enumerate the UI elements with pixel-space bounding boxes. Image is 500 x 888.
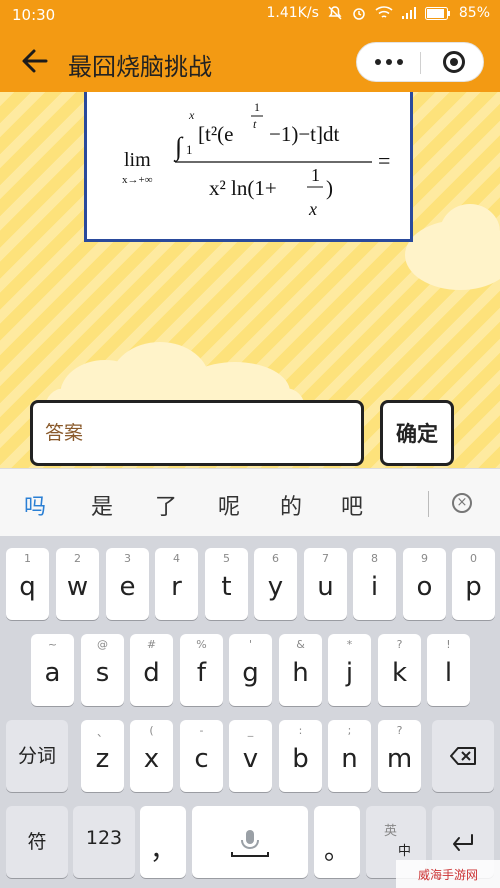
- candidate-divider: [428, 491, 429, 517]
- key-h[interactable]: & h: [279, 634, 322, 706]
- battery-level: 85%: [458, 5, 490, 21]
- battery-icon: [424, 6, 450, 20]
- space-key[interactable]: [192, 806, 308, 878]
- key-x[interactable]: (x: [130, 720, 173, 792]
- key-c[interactable]: -c: [180, 720, 223, 792]
- network-speed: 1.41K/s: [266, 5, 319, 21]
- candidate-word[interactable]: 吗: [24, 489, 46, 521]
- key-v[interactable]: _ v: [229, 720, 272, 792]
- backspace-key[interactable]: [432, 720, 494, 792]
- more-icon[interactable]: [375, 59, 403, 65]
- close-candidates-icon[interactable]: ×: [452, 493, 472, 513]
- key-b[interactable]: :b: [279, 720, 322, 792]
- key-s[interactable]: @ s: [81, 634, 124, 706]
- comma-key[interactable]: ，: [140, 806, 186, 878]
- alarm-icon: [353, 8, 365, 20]
- formula-lim: lim: [124, 149, 151, 171]
- microphone-icon: [231, 830, 269, 857]
- formula-frac-num: 1: [311, 165, 320, 185]
- key-z[interactable]: 、 z: [81, 720, 124, 792]
- key-n[interactable]: ; n: [328, 720, 371, 792]
- key-g[interactable]: ' g: [229, 634, 272, 706]
- nav-bar: 最囧烧脑挑战: [0, 32, 500, 92]
- formula-integrand-tail: −1)−t]dt: [269, 122, 340, 146]
- formula-upper-limit: x: [188, 108, 195, 122]
- answer-field[interactable]: [30, 400, 364, 466]
- status-icons: 1.41K/s 85%: [267, 5, 491, 21]
- miniprogram-capsule: [356, 42, 484, 82]
- limit-formula: lim x→+∞ ∫ x 1 [t²(e 1 t −1)−t]dt x² ln(…: [122, 100, 390, 219]
- formula-frac-den: x: [308, 199, 317, 219]
- confirm-button[interactable]: 确定: [380, 400, 454, 466]
- game-area: lim x→+∞ ∫ x 1 [t²(e 1 t −1)−t]dt x² ln(…: [0, 92, 500, 468]
- key-q[interactable]: 1q: [6, 548, 49, 620]
- formula-equals: =: [378, 148, 390, 173]
- status-time: 10:30: [12, 6, 56, 24]
- watermark-logo: 威海手游网: [396, 860, 500, 888]
- wifi-icon: [375, 6, 393, 18]
- ime-candidate-bar: 吗 是 了 呢 的 吧 ×: [0, 468, 500, 537]
- key-m[interactable]: ? m: [378, 720, 421, 792]
- capsule-divider: [420, 52, 421, 74]
- formula-integrand: [t²(e: [198, 122, 233, 146]
- status-bar: 10:30 1.41K/s 85%: [0, 0, 500, 32]
- question-card: lim x→+∞ ∫ x 1 [t²(e 1 t −1)−t]dt x² ln(…: [84, 92, 413, 242]
- cloud-decoration: [440, 204, 500, 260]
- lang-chinese-label: 中: [398, 844, 412, 859]
- candidate-word[interactable]: 的: [280, 489, 302, 521]
- period-key[interactable]: 。: [314, 806, 360, 878]
- key-l[interactable]: ! l: [427, 634, 470, 706]
- key-r[interactable]: 4r: [155, 548, 198, 620]
- key-i[interactable]: 8i: [353, 548, 396, 620]
- key-p[interactable]: 0p: [452, 548, 495, 620]
- formula-exp-num: 1: [254, 100, 260, 114]
- soft-keyboard: 1q 2w 3e 4r 5t 6y 7u 8i 9o 0p ~ a @ s # d %…: [0, 536, 500, 888]
- backspace-icon: [450, 747, 476, 765]
- formula-lower-limit: 1: [186, 142, 193, 157]
- formula-denominator: x² ln(1+: [209, 176, 277, 200]
- key-e[interactable]: 3e: [106, 548, 149, 620]
- candidate-word[interactable]: 呢: [218, 489, 240, 521]
- lang-english-label: 英: [384, 824, 398, 839]
- key-f[interactable]: % f: [180, 634, 223, 706]
- candidate-word[interactable]: 了: [155, 489, 177, 521]
- segment-key[interactable]: 分词: [6, 720, 68, 792]
- formula-lim-sub: x→+∞: [122, 174, 153, 186]
- key-j[interactable]: * j: [328, 634, 371, 706]
- signal-icon: [401, 7, 416, 19]
- key-u[interactable]: 7u: [304, 548, 347, 620]
- key-o[interactable]: 9o: [403, 548, 446, 620]
- key-d[interactable]: # d: [130, 634, 173, 706]
- symbol-key[interactable]: 符: [6, 806, 68, 878]
- number-key[interactable]: 123: [73, 806, 135, 878]
- key-a[interactable]: ~ a: [31, 634, 74, 706]
- enter-icon: [453, 834, 473, 851]
- back-arrow-icon[interactable]: [18, 44, 52, 78]
- key-w[interactable]: 2w: [56, 548, 99, 620]
- mute-icon: [328, 6, 342, 20]
- candidate-word[interactable]: 吧: [341, 489, 363, 521]
- close-target-icon[interactable]: [443, 51, 465, 73]
- page-title: 最囧烧脑挑战: [68, 53, 212, 81]
- formula-exp-den: t: [253, 117, 257, 131]
- key-y[interactable]: 6y: [254, 548, 297, 620]
- candidate-word[interactable]: 是: [91, 489, 113, 521]
- key-k[interactable]: ? k: [378, 634, 421, 706]
- formula-den-tail: ): [326, 176, 333, 200]
- answer-input[interactable]: [43, 415, 347, 453]
- key-t[interactable]: 5t: [205, 548, 248, 620]
- formula-integral: ∫: [173, 132, 184, 162]
